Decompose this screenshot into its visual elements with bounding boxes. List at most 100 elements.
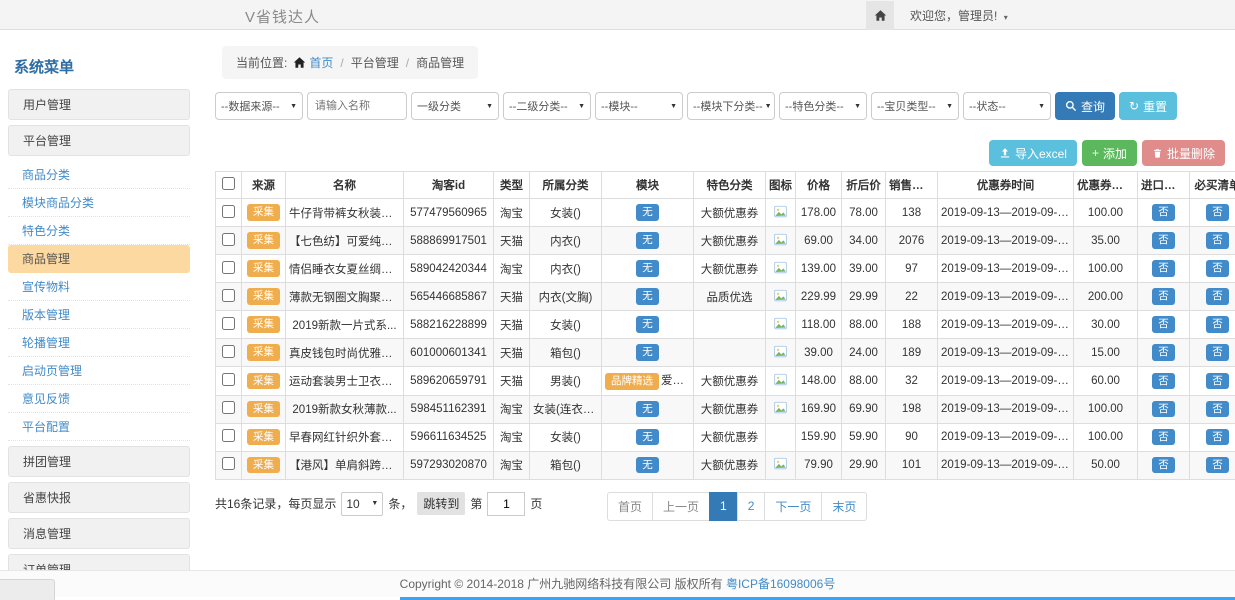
must-buy-toggle[interactable]: 否: [1206, 316, 1229, 333]
sidebar-item[interactable]: 模块商品分类: [8, 189, 190, 217]
sidebar-item[interactable]: 轮播管理: [8, 329, 190, 357]
must-buy-toggle[interactable]: 否: [1206, 260, 1229, 277]
user-menu[interactable]: 欢迎您，管理员! ▾: [910, 7, 1008, 24]
row-checkbox[interactable]: [222, 261, 235, 274]
sidebar-item-active[interactable]: 商品管理: [8, 245, 190, 273]
imported-toggle[interactable]: 否: [1152, 260, 1175, 277]
add-button[interactable]: + 添加: [1082, 140, 1137, 166]
cell-imported: 否: [1138, 339, 1190, 367]
sidebar-item[interactable]: 版本管理: [8, 301, 190, 329]
sidebar-group-4[interactable]: 消息管理: [8, 518, 190, 549]
cell-type: 天猫: [494, 339, 530, 367]
product-thumbnail[interactable]: [773, 261, 788, 274]
imported-toggle[interactable]: 否: [1152, 457, 1175, 474]
must-buy-toggle[interactable]: 否: [1206, 288, 1229, 305]
row-checkbox[interactable]: [222, 373, 235, 386]
row-checkbox[interactable]: [222, 429, 235, 442]
imported-toggle[interactable]: 否: [1152, 204, 1175, 221]
page-button-2[interactable]: 2: [737, 492, 766, 521]
cell-taoke_id: 596611634525: [404, 423, 494, 451]
jump-page-input[interactable]: [487, 492, 525, 516]
import-excel-button[interactable]: 导入excel: [989, 140, 1077, 166]
row-checkbox[interactable]: [222, 457, 235, 470]
must-buy-toggle[interactable]: 否: [1206, 457, 1229, 474]
cell-taoke_id: 565446685867: [404, 283, 494, 311]
filter-select-4[interactable]: --模块--▼: [595, 92, 683, 120]
row-checkbox[interactable]: [222, 401, 235, 414]
sidebar-item[interactable]: 宣传物料: [8, 273, 190, 301]
imported-toggle[interactable]: 否: [1152, 316, 1175, 333]
filter-select-5[interactable]: --模块下分类--▼: [687, 92, 775, 120]
product-thumbnail[interactable]: [773, 233, 788, 246]
jump-button[interactable]: 跳转到: [417, 492, 465, 515]
product-thumbnail[interactable]: [773, 345, 788, 358]
batch-delete-button[interactable]: 批量删除: [1142, 140, 1225, 166]
imported-toggle[interactable]: 否: [1152, 232, 1175, 249]
must-buy-toggle[interactable]: 否: [1206, 401, 1229, 418]
page-button-上一页[interactable]: 上一页: [652, 492, 710, 521]
imported-toggle[interactable]: 否: [1152, 288, 1175, 305]
source-badge: 采集: [247, 316, 280, 333]
must-buy-toggle[interactable]: 否: [1206, 373, 1229, 390]
filter-select-3[interactable]: --二级分类--▼: [503, 92, 591, 120]
cell-taoke_id: 588869917501: [404, 227, 494, 255]
filter-select-2[interactable]: 一级分类▼: [411, 92, 499, 120]
filter-select-8[interactable]: --状态--▼: [963, 92, 1051, 120]
sidebar-group-1[interactable]: 平台管理: [8, 125, 190, 156]
must-buy-toggle[interactable]: 否: [1206, 344, 1229, 361]
product-thumbnail[interactable]: [773, 205, 788, 218]
icp-link[interactable]: 粤ICP备16098006号: [726, 577, 835, 591]
product-thumbnail[interactable]: [773, 457, 788, 470]
cell-source: 采集: [242, 423, 286, 451]
col-category: 所属分类: [530, 172, 602, 199]
product-thumbnail[interactable]: [773, 289, 788, 302]
imported-toggle[interactable]: 否: [1152, 344, 1175, 361]
product-thumbnail[interactable]: [773, 373, 788, 386]
must-buy-toggle[interactable]: 否: [1206, 429, 1229, 446]
sidebar-item[interactable]: 商品分类: [8, 161, 190, 189]
row-checkbox[interactable]: [222, 233, 235, 246]
filter-select-0[interactable]: --数据来源--▼: [215, 92, 303, 120]
row-checkbox[interactable]: [222, 289, 235, 302]
page-button-下一页[interactable]: 下一页: [764, 492, 822, 521]
cell-price: 79.90: [796, 451, 842, 479]
product-thumbnail[interactable]: [773, 317, 788, 330]
imported-toggle[interactable]: 否: [1152, 401, 1175, 418]
row-checkbox[interactable]: [222, 205, 235, 218]
page-button-1[interactable]: 1: [709, 492, 738, 521]
breadcrumb-home-link[interactable]: 首页: [309, 56, 333, 70]
product-thumbnail[interactable]: [773, 401, 788, 414]
sidebar-item[interactable]: 意见反馈: [8, 385, 190, 413]
search-button[interactable]: 查询: [1055, 92, 1115, 120]
filter-select-6[interactable]: --特色分类--▼: [779, 92, 867, 120]
source-badge: 采集: [247, 429, 280, 446]
per-page-select[interactable]: 10 ▼: [341, 492, 383, 516]
add-button-label: 添加: [1103, 145, 1127, 162]
imported-toggle[interactable]: 否: [1152, 373, 1175, 390]
select-all-checkbox[interactable]: [222, 177, 235, 190]
must-buy-toggle[interactable]: 否: [1206, 204, 1229, 221]
page-button-首页[interactable]: 首页: [607, 492, 653, 521]
cell-taoke_id: 601000601341: [404, 339, 494, 367]
sidebar-group-5[interactable]: 订单管理: [8, 554, 190, 570]
name-search-input[interactable]: [307, 92, 407, 120]
chevron-down-icon: ▼: [578, 103, 585, 110]
row-checkbox[interactable]: [222, 345, 235, 358]
sidebar-item[interactable]: 特色分类: [8, 217, 190, 245]
home-button[interactable]: [866, 1, 894, 30]
sidebar-group-3[interactable]: 省惠快报: [8, 482, 190, 513]
must-buy-toggle[interactable]: 否: [1206, 232, 1229, 249]
col-taoke_id: 淘客id: [404, 172, 494, 199]
imported-toggle[interactable]: 否: [1152, 429, 1175, 446]
reset-button[interactable]: ↻ 重置: [1119, 92, 1177, 120]
sidebar-item[interactable]: 平台配置: [8, 413, 190, 441]
page-button-末页[interactable]: 末页: [821, 492, 867, 521]
cell-sales: 22: [886, 283, 938, 311]
filter-select-7[interactable]: --宝贝类型--▼: [871, 92, 959, 120]
sidebar-group-0[interactable]: 用户管理: [8, 89, 190, 120]
sidebar-item[interactable]: 启动页管理: [8, 357, 190, 385]
sidebar-group-2[interactable]: 拼团管理: [8, 446, 190, 477]
cell-coupon_amount: 35.00: [1074, 227, 1138, 255]
row-checkbox[interactable]: [222, 317, 235, 330]
module-badge: 无: [636, 316, 659, 333]
